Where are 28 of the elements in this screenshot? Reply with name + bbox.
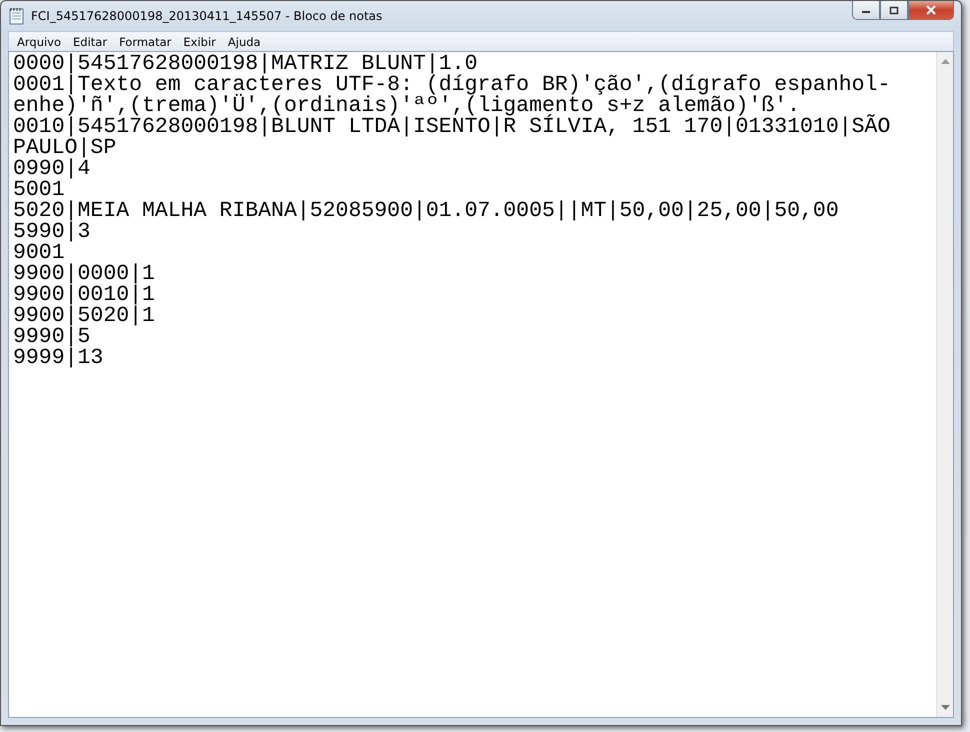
text-line: 9001 bbox=[13, 243, 65, 264]
vertical-scrollbar[interactable] bbox=[936, 52, 953, 717]
minimize-button[interactable] bbox=[852, 1, 880, 20]
scroll-down-icon[interactable] bbox=[940, 705, 950, 711]
text-line: 5990|3 bbox=[13, 222, 90, 243]
menu-item[interactable]: Formatar bbox=[111, 34, 176, 48]
close-button[interactable] bbox=[908, 1, 954, 20]
notepad-icon bbox=[9, 7, 25, 25]
text-line: PAULO|SP bbox=[13, 138, 116, 159]
text-line: 9900|0000|1 bbox=[13, 264, 156, 285]
text-line: 9900|5020|1 bbox=[13, 306, 156, 327]
text-line: enhe)'ñ',(trema)'Ü',(ordinais)'ªº',(ligamento s+z alemão)'ß'. bbox=[13, 96, 800, 117]
menu-item[interactable]: Editar bbox=[65, 34, 112, 48]
text-line: 5001 bbox=[13, 180, 65, 201]
text-line: 5020|MEIA MALHA RIBANA|52085900|01.07.0005||MT|50,00|25,00|50,00 bbox=[13, 201, 840, 222]
scroll-up-icon[interactable] bbox=[940, 58, 950, 64]
text-line: 0000|54517628000198|MATRIZ BLUNT|1.0 bbox=[13, 54, 478, 75]
text-line: 9990|5 bbox=[13, 327, 90, 348]
menu-item[interactable]: Ajuda bbox=[220, 34, 265, 48]
maximize-icon bbox=[889, 6, 899, 14]
text-line: 0990|4 bbox=[13, 159, 90, 180]
menu-item[interactable]: Arquivo bbox=[9, 34, 66, 48]
window-title: FCI_54517628000198_20130411_145507 - Bloco de notas bbox=[31, 9, 382, 23]
text-line: 9900|0010|1 bbox=[13, 285, 156, 306]
text-line: 9999|13 bbox=[13, 348, 104, 369]
menu-item[interactable]: Exibir bbox=[175, 34, 220, 48]
close-icon bbox=[925, 5, 937, 15]
maximize-button[interactable] bbox=[880, 1, 908, 20]
